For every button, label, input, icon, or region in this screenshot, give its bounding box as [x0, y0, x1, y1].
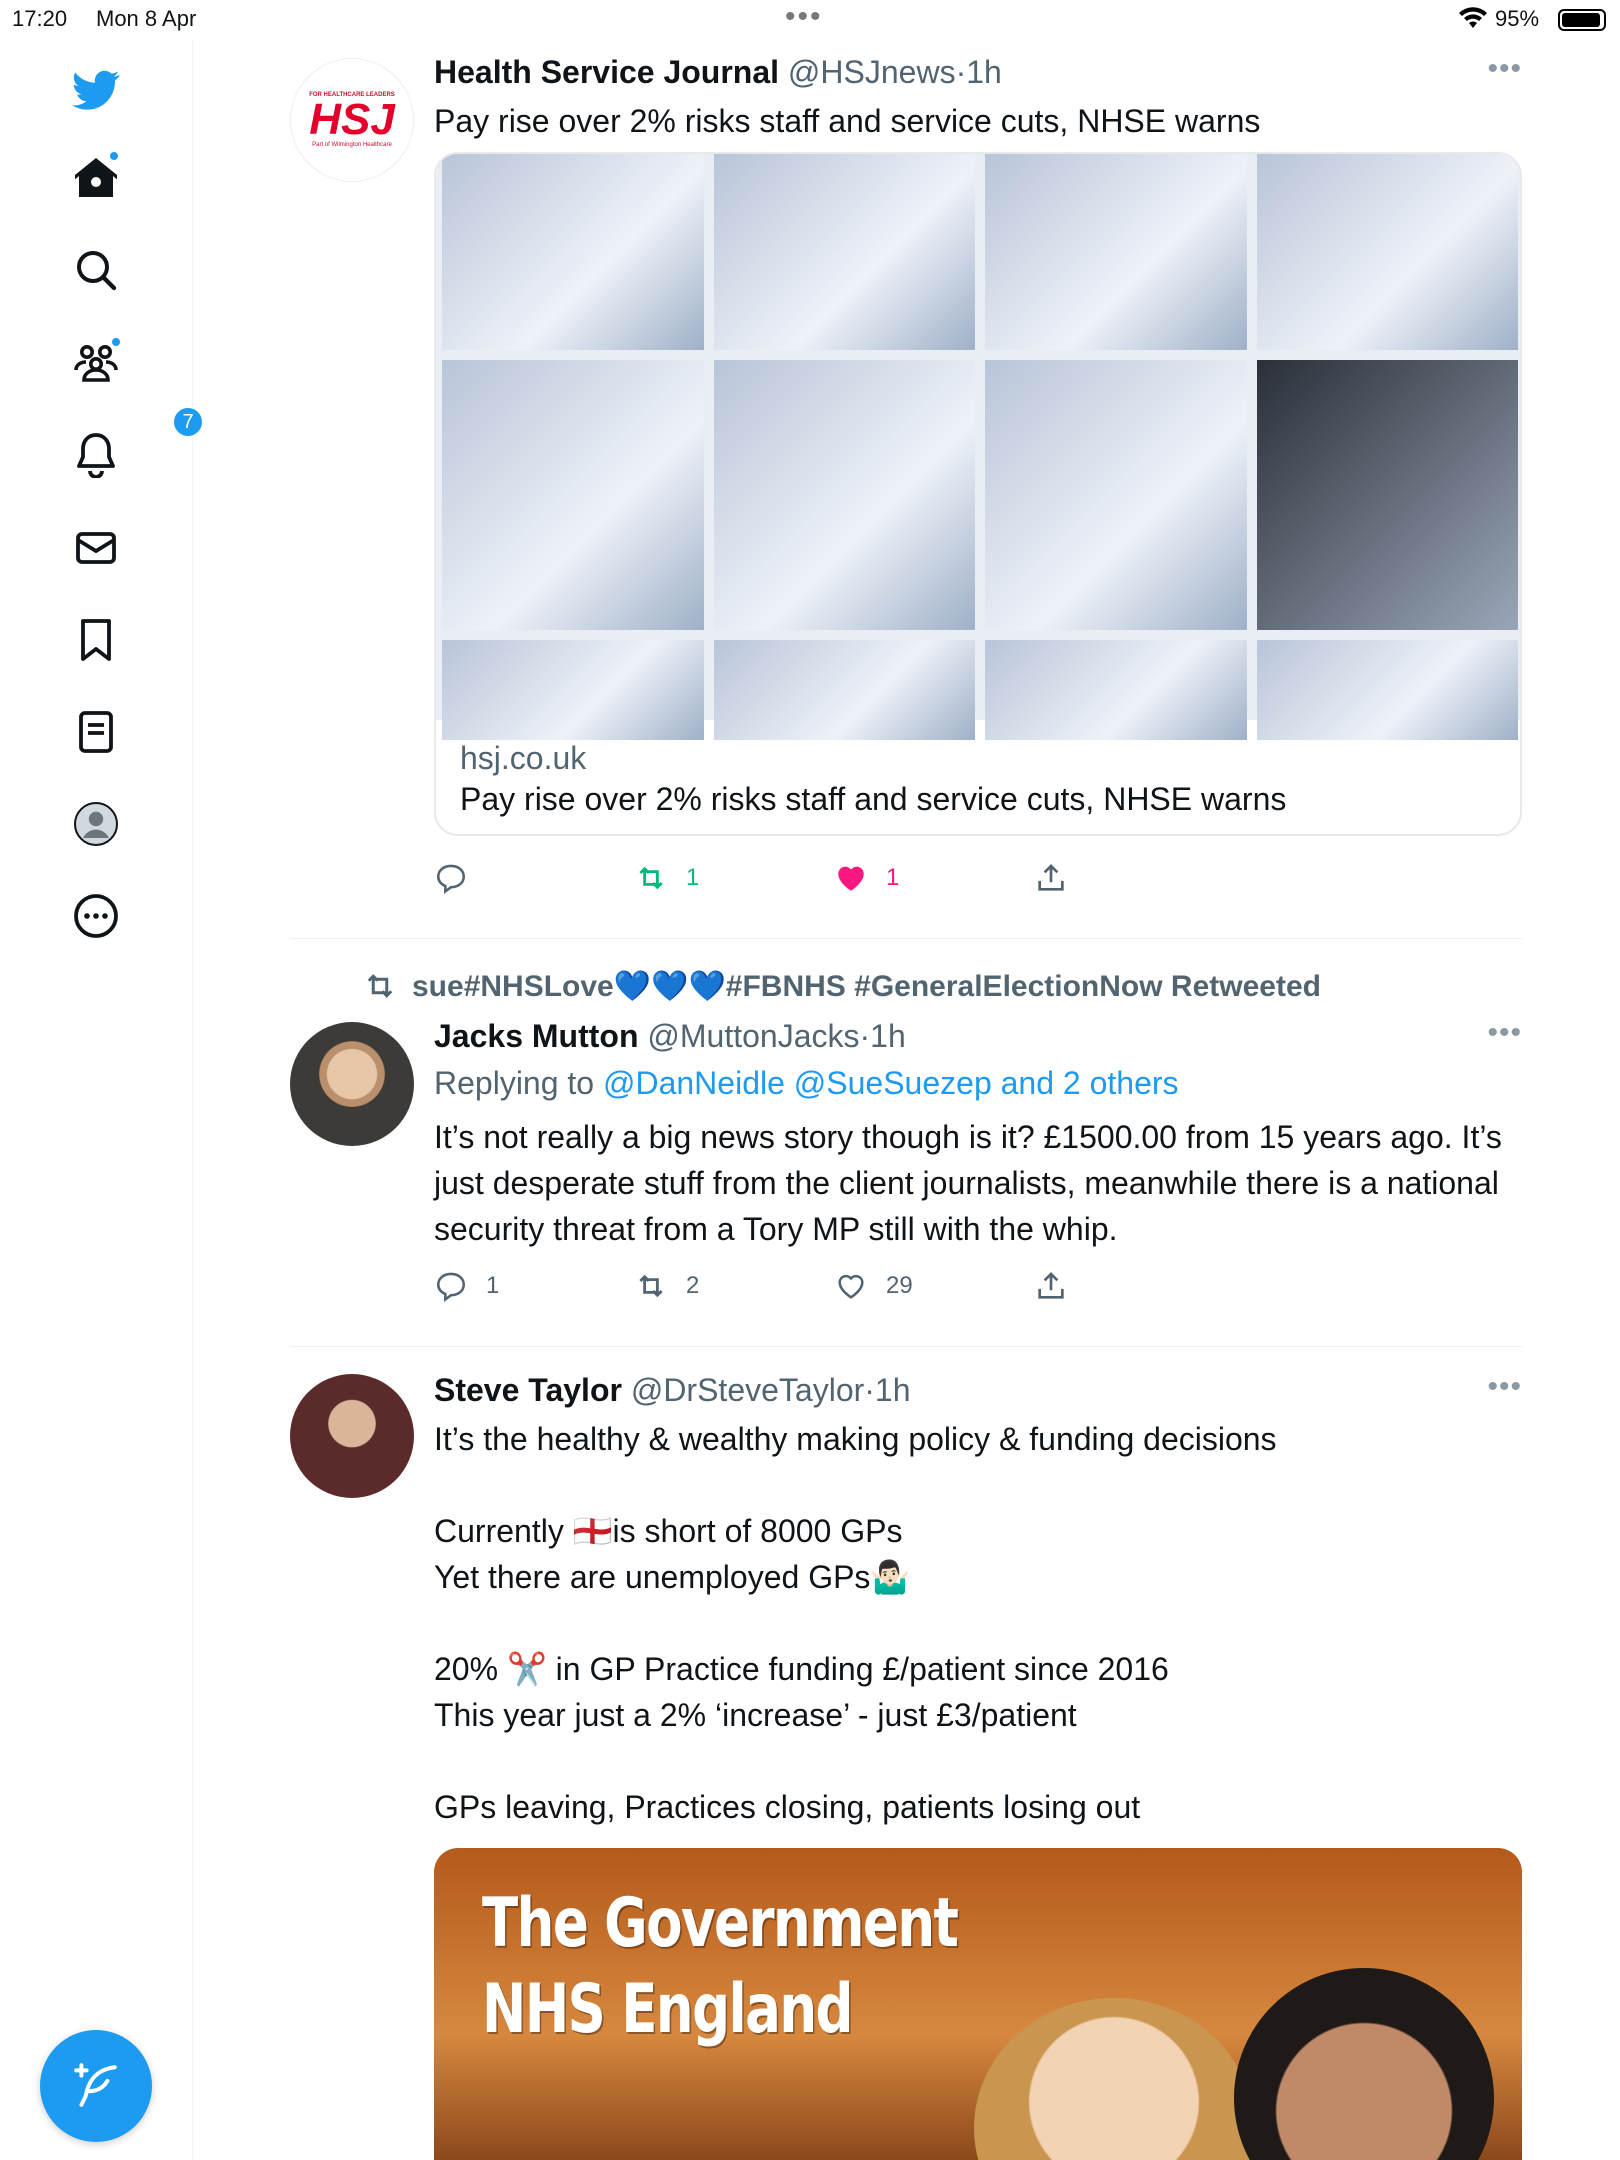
tweet-divider	[290, 938, 1522, 939]
like-count: 1	[886, 864, 900, 891]
tweet-divider	[290, 1346, 1522, 1347]
bell-icon	[77, 433, 115, 478]
tweet-more-icon[interactable]: •••	[1487, 1370, 1522, 1404]
share-button[interactable]	[1034, 1262, 1068, 1310]
share-icon	[1038, 864, 1064, 891]
nav-lists[interactable]	[66, 702, 126, 762]
tweet-text: Pay rise over 2% risks staff and service…	[434, 103, 1261, 139]
tweet-content: Health Service Journal @HSJnews·1h ••• P…	[434, 52, 1522, 902]
tweet[interactable]: FOR HEALTHCARE LEADERS HSJ Part of Wilmi…	[290, 40, 1522, 940]
bookmark-icon	[81, 619, 111, 661]
like-count: 29	[886, 1272, 913, 1299]
tweet-time[interactable]: 1h	[870, 1018, 906, 1054]
reply-icon	[436, 864, 466, 895]
tweet-actions: 1 1	[434, 854, 1522, 902]
tweet-content: Steve Taylor @DrSteveTaylor·1h ••• It’s …	[434, 1370, 1522, 2160]
heart-filled-icon	[838, 866, 864, 891]
retweet-icon	[639, 866, 663, 890]
heart-icon	[838, 1274, 864, 1299]
nav-more[interactable]	[66, 886, 126, 946]
nav-home[interactable]	[66, 148, 126, 208]
replying-to-users[interactable]: @DanNeidle @SueSuezep and 2 others	[603, 1065, 1179, 1101]
avatar[interactable]: FOR HEALTHCARE LEADERS HSJ Part of Wilmi…	[290, 58, 414, 182]
multitasking-dots-icon[interactable]: •••	[785, 0, 823, 34]
communities-unread-dot	[110, 336, 122, 348]
card-image	[436, 154, 1520, 740]
retweet-button[interactable]: 1	[634, 854, 699, 902]
like-button[interactable]: 29	[834, 1262, 913, 1310]
tweet[interactable]: Steve Taylor @DrSteveTaylor·1h ••• It’s …	[290, 1370, 1522, 2160]
retweet-count: 2	[686, 1272, 700, 1299]
tweet-content: Jacks Mutton @MuttonJacks·1h ••• Replyin…	[434, 1016, 1522, 1310]
reply-button[interactable]: 1	[434, 1262, 499, 1310]
tweet-header: Steve Taylor @DrSteveTaylor·1h	[434, 1372, 911, 1408]
image-person-2	[1234, 1968, 1494, 2160]
retweet-icon	[639, 1274, 663, 1298]
reply-count: 1	[486, 1272, 500, 1299]
link-card[interactable]: hsj.co.uk Pay rise over 2% risks staff a…	[434, 152, 1522, 836]
more-circle-icon	[74, 894, 118, 938]
tweet-time[interactable]: 1h	[875, 1372, 911, 1408]
nav-notifications[interactable]: 7	[66, 406, 204, 484]
home-unread-dot	[108, 150, 120, 162]
tweet-text: It’s not really a big news story though …	[434, 1119, 1511, 1247]
envelope-icon	[76, 532, 116, 564]
tweet-image[interactable]: The Government NHS England	[434, 1848, 1522, 2160]
tweet-more-icon[interactable]: •••	[1487, 52, 1522, 86]
status-date: Mon 8 Apr	[96, 6, 197, 31]
author-handle[interactable]: @DrSteveTaylor	[631, 1372, 864, 1408]
battery-icon	[1558, 9, 1606, 31]
notifications-badge: 7	[172, 406, 204, 438]
retweet-button[interactable]: 2	[634, 1262, 699, 1310]
like-button[interactable]: 1	[834, 854, 899, 902]
tweet[interactable]: sue#NHSLove💙💙💙#FBNHS #GeneralElectionNow…	[290, 960, 1522, 1340]
tweet-text: It’s the healthy & wealthy making policy…	[434, 1421, 1277, 1825]
hsj-logo: HSJ	[309, 95, 395, 144]
avatar[interactable]	[290, 1374, 414, 1498]
author-handle[interactable]: @MuttonJacks	[647, 1018, 859, 1054]
nav-communities[interactable]	[66, 332, 126, 392]
profile-avatar-icon	[74, 802, 118, 846]
tweet-time[interactable]: 1h	[966, 54, 1002, 90]
card-title: Pay rise over 2% risks staff and service…	[460, 781, 1287, 817]
tweet-more-icon[interactable]: •••	[1487, 1016, 1522, 1050]
reply-button[interactable]	[434, 854, 468, 902]
status-bar: 17:20 Mon 8 Apr ••• 95%	[0, 0, 1620, 40]
image-text-line2: NHS England	[482, 1970, 854, 2049]
retweet-icon	[367, 974, 393, 998]
nav-bookmarks[interactable]	[66, 610, 126, 670]
compose-feather-icon	[74, 2063, 117, 2107]
author-name[interactable]: Health Service Journal	[434, 54, 779, 90]
retweet-count: 1	[686, 864, 700, 891]
author-name[interactable]: Jacks Mutton	[434, 1018, 638, 1054]
tweet-header: Health Service Journal @HSJnews·1h	[434, 54, 1002, 90]
share-button[interactable]	[1034, 854, 1068, 902]
author-name[interactable]: Steve Taylor	[434, 1372, 622, 1408]
card-domain: hsj.co.uk	[460, 740, 587, 776]
avatar[interactable]	[290, 1022, 414, 1146]
nav-explore[interactable]	[66, 240, 126, 300]
retweeted-by: sue#NHSLove💙💙💙#FBNHS #GeneralElectionNow…	[412, 969, 1321, 1003]
replying-to: Replying to @DanNeidle @SueSuezep and 2 …	[434, 1060, 1522, 1106]
replying-to-label: Replying to	[434, 1065, 595, 1101]
tweet-header: Jacks Mutton @MuttonJacks·1h	[434, 1018, 906, 1054]
retweet-context[interactable]: sue#NHSLove💙💙💙#FBNHS #GeneralElectionNow…	[362, 968, 1321, 1004]
nav-messages[interactable]	[66, 518, 126, 578]
share-icon	[1038, 1272, 1064, 1299]
avatar-bottom-text: Part of Wilmington Healthcare	[312, 142, 392, 148]
wifi-icon	[1458, 6, 1488, 36]
image-person-1	[974, 1998, 1254, 2160]
search-icon	[77, 251, 117, 291]
nav-profile[interactable]	[66, 794, 126, 854]
author-handle[interactable]: @HSJnews	[788, 54, 956, 90]
status-time: 17:20	[12, 6, 68, 31]
lists-icon	[79, 711, 113, 753]
battery-percent: 95%	[1495, 6, 1540, 31]
reply-icon	[436, 1272, 466, 1303]
image-text-line1: The Government	[482, 1884, 959, 1963]
tweet-actions: 1 2 29	[434, 1262, 1522, 1310]
sidebar: 7	[0, 40, 204, 2160]
twitter-logo-icon[interactable]	[66, 60, 126, 120]
compose-tweet-button[interactable]	[40, 2030, 152, 2142]
